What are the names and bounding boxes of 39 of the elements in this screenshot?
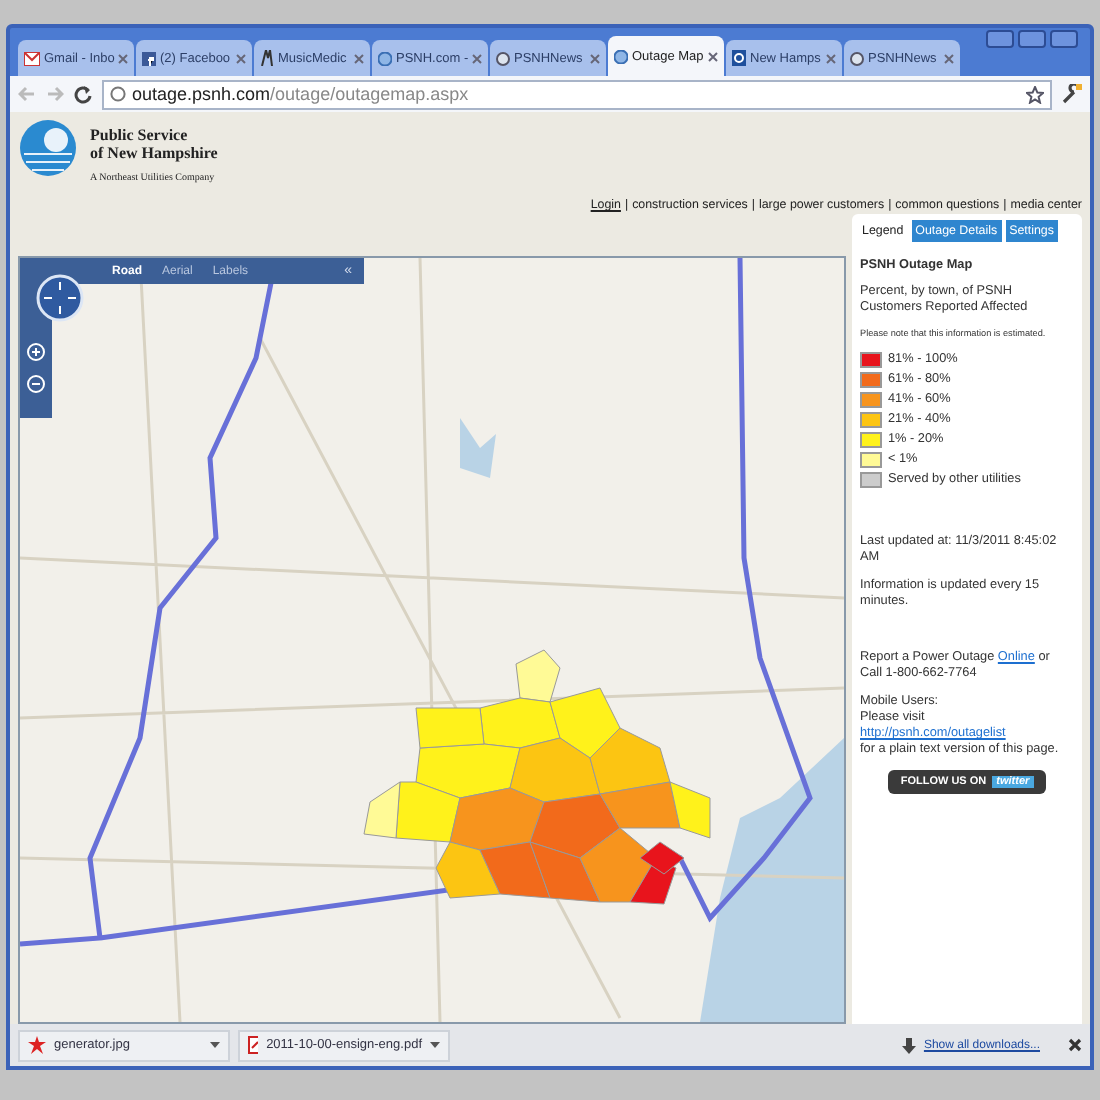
g-square-icon bbox=[732, 50, 746, 66]
logo-icon bbox=[18, 118, 78, 178]
zoom-out-icon[interactable] bbox=[26, 374, 46, 394]
logo-name: of New Hampshire bbox=[90, 144, 218, 162]
globe-outline-icon bbox=[850, 51, 864, 65]
close-tab-icon[interactable] bbox=[118, 53, 129, 63]
page-icon bbox=[110, 86, 126, 102]
reload-icon[interactable] bbox=[74, 85, 92, 103]
globe-icon bbox=[378, 51, 392, 65]
close-tab-icon[interactable] bbox=[472, 53, 483, 63]
close-tab-icon[interactable] bbox=[236, 53, 246, 63]
pan-compass-icon[interactable] bbox=[36, 274, 84, 322]
close-tab-icon[interactable] bbox=[708, 51, 718, 61]
close-tab-icon[interactable] bbox=[944, 53, 954, 63]
minimize-button[interactable] bbox=[986, 30, 1014, 48]
caret-icon[interactable] bbox=[430, 1042, 440, 1048]
star-burst-icon bbox=[28, 1036, 46, 1054]
close-icon[interactable] bbox=[1068, 1038, 1082, 1052]
close-button[interactable] bbox=[1050, 30, 1078, 48]
url-text: outage.psnh.com/outage/outagemap.aspx bbox=[132, 84, 469, 104]
caret-icon[interactable] bbox=[210, 1042, 220, 1048]
star-icon[interactable] bbox=[1026, 85, 1044, 103]
back-arrow-icon[interactable] bbox=[18, 86, 36, 102]
close-tab-icon[interactable] bbox=[826, 53, 836, 63]
zoom-in-icon[interactable] bbox=[26, 342, 46, 362]
wrench-icon[interactable] bbox=[1062, 84, 1082, 104]
envelope-icon bbox=[24, 51, 40, 65]
globe-icon bbox=[614, 49, 628, 63]
map-drawing[interactable] bbox=[20, 258, 844, 1022]
forward-arrow-icon[interactable] bbox=[46, 86, 64, 102]
globe-outline-icon bbox=[496, 51, 510, 65]
logo-name: Public Service bbox=[90, 126, 190, 144]
maximize-button[interactable] bbox=[1018, 30, 1046, 48]
f-logo-icon bbox=[142, 51, 156, 65]
pdf-file-icon bbox=[248, 1036, 259, 1054]
close-tab-icon[interactable] bbox=[590, 53, 600, 63]
close-tab-icon[interactable] bbox=[354, 53, 364, 63]
download-arrow-icon bbox=[901, 1037, 916, 1053]
address-field[interactable]: outage.psnh.com/outage/outagemap.aspx bbox=[102, 79, 1052, 109]
